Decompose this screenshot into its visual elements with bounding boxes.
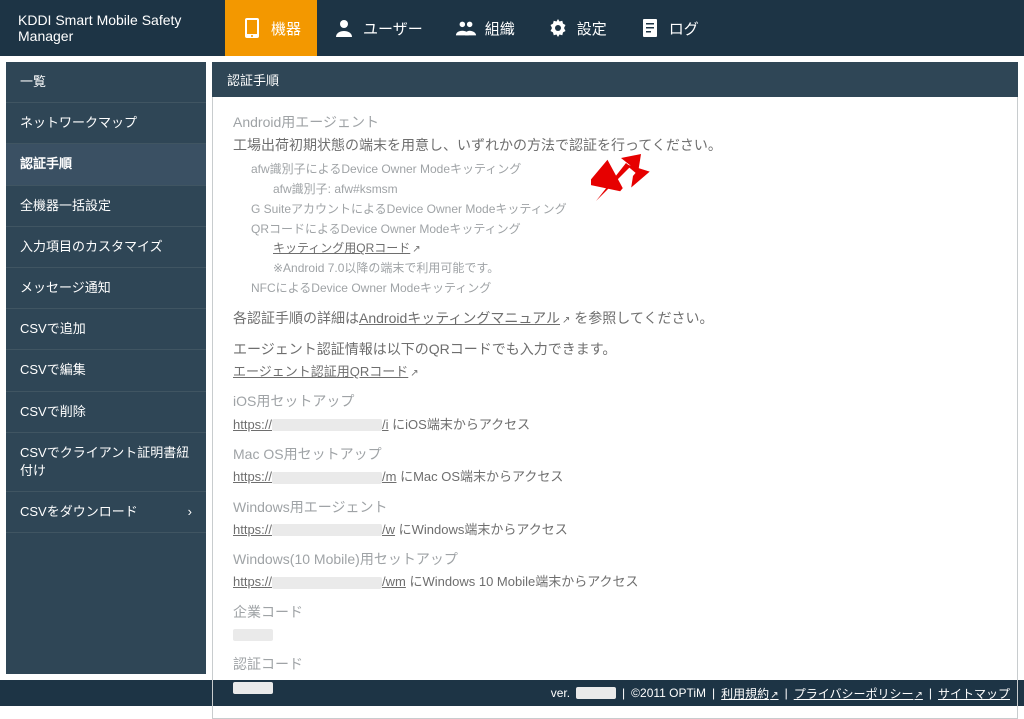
company-code-value: [233, 629, 273, 641]
sidebar-item-message[interactable]: メッセージ通知: [6, 268, 206, 309]
device-icon: [241, 17, 263, 39]
afw-id: afw識別子: afw#ksmsm: [273, 180, 997, 200]
log-icon: [639, 17, 661, 39]
win-row: https:///w にWindows端末からアクセス: [233, 519, 997, 540]
nav-users-label: ユーザー: [363, 18, 423, 39]
sidebar-item-csv-edit[interactable]: CSVで編集: [6, 350, 206, 391]
sidebar-item-bulk[interactable]: 全機器一括設定: [6, 186, 206, 227]
ios-heading: iOS用セットアップ: [233, 390, 997, 413]
kitting-qr-link[interactable]: キッティング用QRコード: [273, 241, 421, 255]
sidebar-item-csv-add[interactable]: CSVで追加: [6, 309, 206, 350]
win-heading: Windows用エージェント: [233, 496, 997, 519]
sidebar-item-auth[interactable]: 認証手順: [6, 144, 206, 185]
nfc-line: NFCによるDevice Owner Modeキッティング: [251, 279, 997, 299]
summary-line: 各認証手順の詳細はAndroidキッティングマニュアル を参照してください。: [233, 307, 997, 330]
top-nav: 機器 ユーザー 組織 設定 ログ: [225, 0, 715, 56]
ios-row: https:///i にiOS端末からアクセス: [233, 414, 997, 435]
nav-settings-label: 設定: [577, 18, 607, 39]
sidebar-item-csv-delete[interactable]: CSVで削除: [6, 392, 206, 433]
content-panel: 認証手順 Android用エージェント 工場出荷初期状態の端末を用意し、いずれか…: [212, 62, 1018, 674]
agent-info-line: エージェント認証情報は以下のQRコードでも入力できます。: [233, 338, 997, 361]
nav-settings[interactable]: 設定: [531, 0, 623, 56]
mac-row: https:///m にMac OS端末からアクセス: [233, 466, 997, 487]
chevron-right-icon: ›: [188, 503, 192, 521]
nav-orgs-label: 組織: [485, 18, 515, 39]
android-heading: Android用エージェント: [233, 111, 997, 134]
sidebar-item-customize[interactable]: 入力項目のカスタマイズ: [6, 227, 206, 268]
nav-devices-label: 機器: [271, 18, 301, 39]
ios-url[interactable]: https:///i: [233, 417, 389, 432]
sidebar: 一覧 ネットワークマップ 認証手順 全機器一括設定 入力項目のカスタマイズ メッ…: [6, 62, 206, 674]
win-url[interactable]: https:///w: [233, 522, 395, 537]
nav-orgs[interactable]: 組織: [439, 0, 531, 56]
nav-users[interactable]: ユーザー: [317, 0, 439, 56]
sidebar-item-csv-download[interactable]: CSVをダウンロード ›: [6, 492, 206, 533]
company-code-label: 企業コード: [233, 601, 997, 624]
qr-line: QRコードによるDevice Owner Modeキッティング: [251, 220, 997, 240]
sidebar-item-csv-cert[interactable]: CSVでクライアント証明書紐付け: [6, 433, 206, 492]
afw-line: afw識別子によるDevice Owner Modeキッティング: [251, 160, 997, 180]
kitting-manual-link[interactable]: Androidキッティングマニュアル: [359, 310, 570, 326]
mac-url[interactable]: https:///m: [233, 469, 396, 484]
main-area: 一覧 ネットワークマップ 認証手順 全機器一括設定 入力項目のカスタマイズ メッ…: [0, 56, 1024, 680]
auth-code-value: [233, 682, 273, 694]
auth-code-label: 認証コード: [233, 653, 997, 676]
sidebar-item-list[interactable]: 一覧: [6, 62, 206, 103]
panel-body: Android用エージェント 工場出荷初期状態の端末を用意し、いずれかの方法で認…: [212, 97, 1018, 719]
gear-icon: [547, 17, 569, 39]
sidebar-item-network[interactable]: ネットワークマップ: [6, 103, 206, 144]
qr-note: ※Android 7.0以降の端末で利用可能です。: [273, 259, 997, 279]
top-header: KDDI Smart Mobile Safety Manager 機器 ユーザー…: [0, 0, 1024, 56]
win10m-heading: Windows(10 Mobile)用セットアップ: [233, 548, 997, 571]
panel-title: 認証手順: [212, 62, 1018, 97]
agent-qr-link[interactable]: エージェント認証用QRコード: [233, 364, 419, 379]
group-icon: [455, 17, 477, 39]
mac-heading: Mac OS用セットアップ: [233, 443, 997, 466]
android-desc: 工場出荷初期状態の端末を用意し、いずれかの方法で認証を行ってください。: [233, 134, 997, 157]
product-name: KDDI Smart Mobile Safety Manager: [0, 0, 225, 56]
nav-devices[interactable]: 機器: [225, 0, 317, 56]
nav-logs-label: ログ: [669, 18, 699, 39]
win10m-row: https:///wm にWindows 10 Mobile端末からアクセス: [233, 571, 997, 592]
user-icon: [333, 17, 355, 39]
gsuite-line: G SuiteアカウントによるDevice Owner Modeキッティング: [251, 200, 997, 220]
nav-logs[interactable]: ログ: [623, 0, 715, 56]
win10m-url[interactable]: https:///wm: [233, 574, 406, 589]
